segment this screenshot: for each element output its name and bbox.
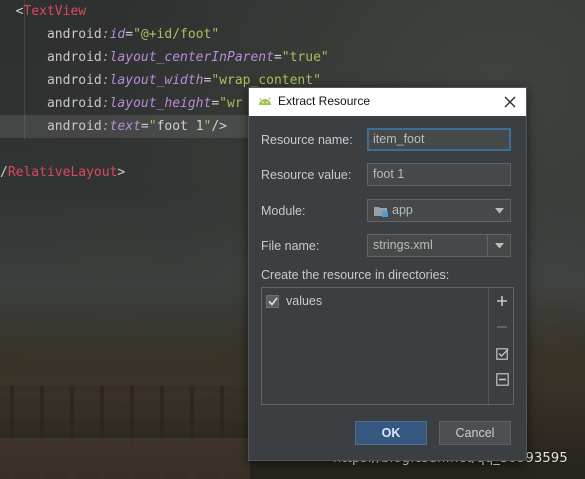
dialog-title: Extract Resource xyxy=(278,94,371,108)
module-combobox[interactable]: app xyxy=(367,199,511,222)
plus-icon xyxy=(497,296,507,306)
check-all-icon xyxy=(495,347,508,360)
code-token: android xyxy=(46,119,102,134)
code-token: android xyxy=(46,96,102,111)
code-token: :id xyxy=(101,27,126,42)
file-name-label: File name: xyxy=(261,239,320,253)
cancel-button[interactable]: Cancel xyxy=(439,421,511,445)
code-token: = xyxy=(140,119,149,134)
directories-list: values xyxy=(262,288,489,404)
unselect-all-button[interactable] xyxy=(494,371,510,387)
code-token: = xyxy=(273,50,282,65)
minus-icon xyxy=(497,326,507,328)
list-item[interactable]: values xyxy=(266,292,322,310)
uncheck-all-icon xyxy=(495,372,509,386)
code-token: " xyxy=(148,119,157,134)
code-token: "@+id/foot" xyxy=(133,27,220,42)
code-token: android xyxy=(46,27,102,42)
code-token: = xyxy=(211,96,220,111)
code-token: :layout_centerInParent xyxy=(101,50,274,65)
code-token: android xyxy=(46,73,102,88)
chevron-down-icon xyxy=(494,207,504,213)
directories-toolbar xyxy=(490,288,514,404)
module-folder-icon xyxy=(374,207,388,217)
code-token: / xyxy=(0,165,8,180)
directories-label: Create the resource in directories: xyxy=(261,268,450,282)
ok-button[interactable]: OK xyxy=(355,421,427,445)
code-token: android xyxy=(46,50,102,65)
directories-panel: values xyxy=(261,287,514,405)
values-label: values xyxy=(286,294,323,308)
resource-value-label: Resource value: xyxy=(261,168,352,182)
code-line: /RelativeLayout> xyxy=(0,161,125,184)
select-all-button[interactable] xyxy=(494,345,510,361)
add-directory-button[interactable] xyxy=(494,293,510,309)
extract-resource-dialog: Extract Resource Resource name: item_foo… xyxy=(248,87,527,461)
remove-directory-button[interactable] xyxy=(494,319,510,335)
code-token: = xyxy=(125,27,134,42)
resource-name-value: item_foot xyxy=(373,132,425,146)
file-name-value: strings.xml xyxy=(373,238,433,252)
code-line: android:text="foot 1"/> xyxy=(0,115,248,138)
code-token: > xyxy=(117,165,126,180)
resource-name-input[interactable]: item_foot xyxy=(367,128,511,151)
resource-value-value: foot 1 xyxy=(373,167,405,181)
android-icon xyxy=(259,97,271,105)
code-token: "wr xyxy=(219,96,243,111)
code-line: android:id="@+id/foot" xyxy=(0,23,219,46)
code-token: "wrap_content" xyxy=(211,73,321,88)
code-token: :text xyxy=(101,119,141,134)
close-button[interactable] xyxy=(500,92,520,112)
module-value: app xyxy=(392,203,413,217)
code-line: android:layout_centerInParent="true" xyxy=(0,46,329,69)
code-token: :layout_width xyxy=(101,73,204,88)
resource-value-input[interactable]: foot 1 xyxy=(367,163,511,186)
code-token: TextView xyxy=(23,4,87,19)
file-name-dropdown-arrow[interactable] xyxy=(487,235,510,256)
code-token: foot 1 xyxy=(156,119,204,134)
module-dropdown-arrow[interactable] xyxy=(488,200,510,221)
code-token: "true" xyxy=(281,50,329,65)
file-name-combobox[interactable]: strings.xml xyxy=(367,234,511,257)
code-line: android:layout_height="wr xyxy=(0,92,243,115)
code-token: /> xyxy=(211,119,228,134)
bridge-image xyxy=(0,386,250,479)
code-token: :layout_height xyxy=(101,96,212,111)
dialog-titlebar: Extract Resource xyxy=(249,88,526,116)
code-line: <TextView xyxy=(0,0,86,23)
checkmark-icon xyxy=(267,297,278,306)
close-icon xyxy=(504,96,516,108)
code-token: RelativeLayout xyxy=(7,165,118,180)
resource-name-label: Resource name: xyxy=(261,133,353,147)
values-checkbox[interactable] xyxy=(266,294,279,308)
chevron-down-icon xyxy=(494,242,504,248)
module-label: Module: xyxy=(261,204,306,218)
